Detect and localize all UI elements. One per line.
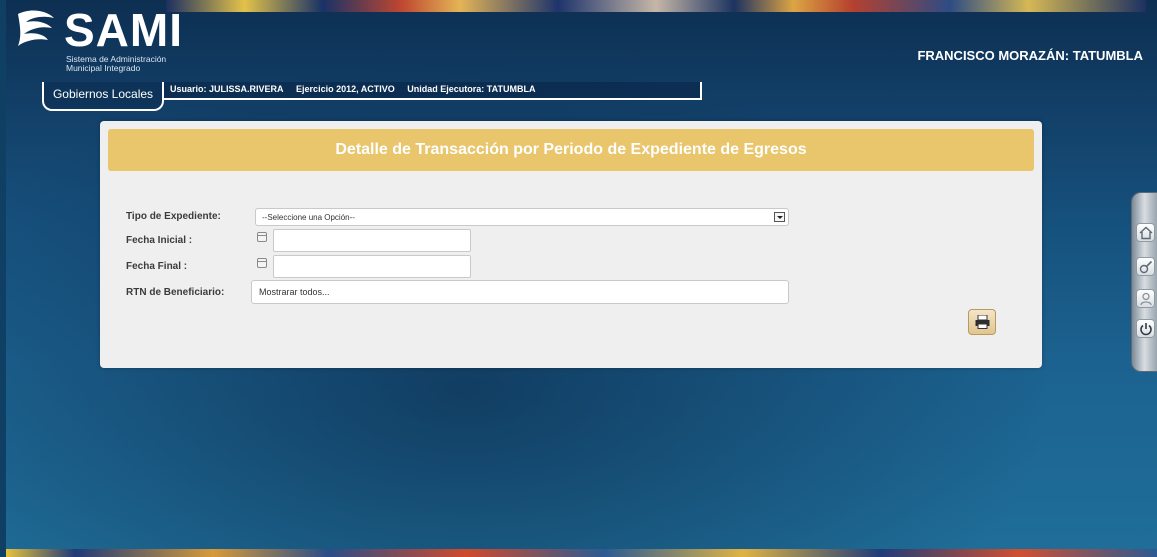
dock-power-button[interactable] — [1136, 319, 1155, 338]
fecha-final-label: Fecha Final : — [126, 261, 188, 272]
dock-tools-button[interactable] — [1136, 257, 1155, 276]
fecha-inicial-label: Fecha Inicial : — [126, 235, 193, 246]
chevron-down-icon[interactable] — [774, 212, 785, 222]
session-info-bar: Usuario: JULISSA.RIVERA Ejercicio 2012, … — [162, 82, 702, 100]
home-icon — [1139, 226, 1153, 240]
rtn-beneficiario-input[interactable]: Mostrarar todos... — [251, 280, 789, 304]
dock-user-button[interactable] — [1136, 289, 1155, 308]
session-unit: Unidad Ejecutora: TATUMBLA — [407, 84, 536, 94]
side-dock — [1131, 192, 1157, 372]
sami-logo: SAMI Sistema de Administración Municipal… — [12, 4, 187, 73]
tipo-expediente-selected: --Seleccione una Opción-- — [262, 213, 355, 222]
logo-title: SAMI — [64, 4, 183, 56]
tab-gobiernos-locales[interactable]: Gobiernos Locales — [42, 82, 164, 111]
session-user: Usuario: JULISSA.RIVERA — [170, 84, 284, 94]
calendar-icon[interactable] — [257, 258, 267, 268]
sami-logo-icon — [18, 10, 54, 46]
fecha-inicial-input[interactable] — [273, 229, 471, 252]
app-background: SAMI Sistema de Administración Municipal… — [6, 0, 1157, 557]
fecha-final-input[interactable] — [273, 255, 471, 278]
power-icon — [1140, 323, 1152, 336]
footer-decoration — [6, 549, 1157, 557]
tipo-expediente-select[interactable]: --Seleccione una Opción-- — [255, 208, 789, 226]
report-form-panel: Detalle de Transacción por Periodo de Ex… — [100, 121, 1042, 368]
tools-icon — [1139, 260, 1153, 274]
print-button[interactable] — [968, 309, 996, 335]
print-icon — [975, 315, 990, 329]
dock-home-button[interactable] — [1136, 223, 1155, 242]
logo-subtitle-line2: Municipal Integrado — [66, 63, 141, 73]
tipo-expediente-label: Tipo de Expediente: — [126, 211, 221, 222]
logo-subtitle: Sistema de Administración Municipal Inte… — [66, 55, 166, 73]
header-decoration — [166, 0, 1146, 12]
calendar-icon[interactable] — [257, 232, 267, 242]
session-fiscal-year: Ejercicio 2012, ACTIVO — [296, 84, 395, 94]
panel-title: Detalle de Transacción por Periodo de Ex… — [108, 129, 1034, 171]
rtn-beneficiario-label: RTN de Beneficiario: — [126, 287, 225, 298]
entity-name: FRANCISCO MORAZÁN: TATUMBLA — [917, 48, 1143, 63]
user-icon — [1140, 292, 1152, 306]
